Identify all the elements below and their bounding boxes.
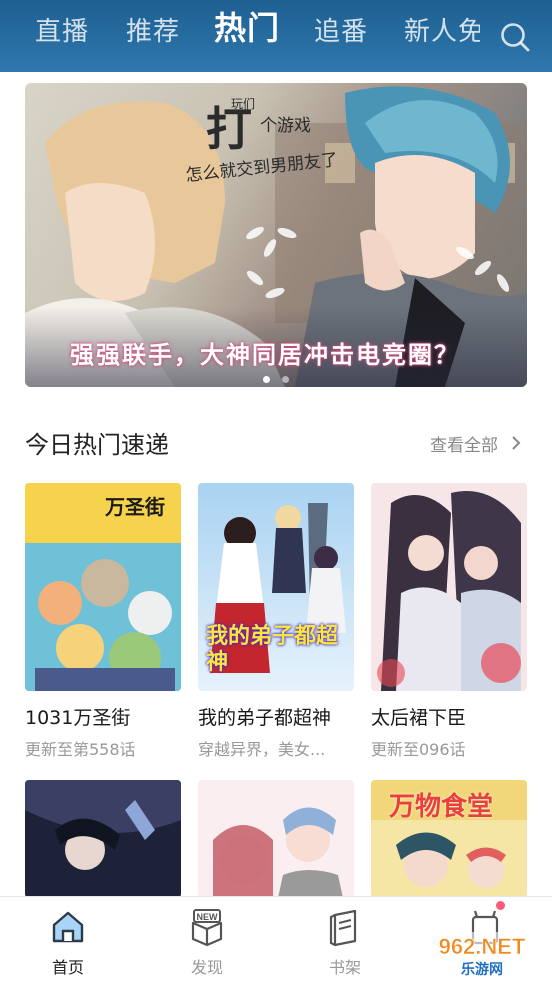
- tab-live[interactable]: 直播: [35, 14, 89, 50]
- banner-title-small: 个游戏: [260, 116, 311, 136]
- nav-discover[interactable]: NEW 发现: [162, 897, 252, 984]
- comic-card[interactable]: 太后裙下臣 更新至096话: [371, 483, 527, 760]
- cover-art-couple: [198, 780, 354, 898]
- banner-title-tiny: 玩们: [231, 97, 256, 111]
- cover-text: 我的弟子都超神: [206, 623, 339, 674]
- nav-bookshelf[interactable]: 书架: [300, 897, 390, 984]
- svg-text:NEW: NEW: [197, 912, 219, 922]
- tab-newcomer-clip: 新人免: [404, 14, 480, 50]
- svg-text:乐游网: 乐游网: [461, 961, 503, 978]
- banner-pagination: [0, 368, 552, 387]
- featured-banner[interactable]: 打 玩们 个游戏 怎么就交到男朋友了 强强联手，大神同居冲击电竞圈？: [25, 83, 527, 387]
- comic-title: 太后裙下臣: [371, 707, 467, 729]
- cover-art-dark: [25, 780, 181, 898]
- comic-card[interactable]: 我的弟子都超神 我的弟子都超神 穿越异界，美女...: [198, 483, 354, 760]
- comic-cover[interactable]: [198, 780, 354, 898]
- tab-recommend[interactable]: 推荐: [126, 14, 180, 50]
- cover-art-taihou: [371, 483, 527, 691]
- comic-cover[interactable]: 我的弟子都超神: [198, 483, 354, 691]
- banner-dot-2[interactable]: [281, 376, 289, 383]
- comic-cover[interactable]: 万物食堂: [371, 780, 527, 898]
- tab-newcomer[interactable]: 新人免: [404, 17, 480, 47]
- comic-cover[interactable]: [25, 780, 181, 898]
- comic-cover[interactable]: [371, 483, 527, 691]
- search-icon[interactable]: [496, 18, 536, 58]
- tab-hot[interactable]: 热门: [214, 10, 280, 46]
- comic-cover[interactable]: 万圣街: [25, 483, 181, 691]
- new-box-icon: NEW: [191, 909, 223, 947]
- comic-card[interactable]: [25, 780, 181, 898]
- home-icon: [52, 911, 84, 943]
- see-all-link[interactable]: 查看全部: [430, 431, 498, 456]
- notification-dot: [496, 901, 505, 910]
- comic-subtitle: 更新至第558话: [25, 740, 136, 759]
- comic-card[interactable]: 万物食堂: [371, 780, 527, 898]
- nav-home[interactable]: 首页: [23, 897, 113, 984]
- tab-following[interactable]: 追番: [314, 14, 368, 50]
- comic-title: 我的弟子都超神: [198, 707, 332, 729]
- comic-card[interactable]: [198, 780, 354, 898]
- comic-subtitle: 穿越异界，美女...: [198, 740, 326, 759]
- nav-home-label: 首页: [51, 958, 84, 977]
- comic-card[interactable]: 万圣街 1031万圣街 更新至第558话: [25, 483, 181, 760]
- section-title: 今日热门速递: [25, 431, 169, 459]
- svg-text:962.NET: 962.NET: [439, 934, 526, 959]
- chevron-right-icon[interactable]: [510, 434, 522, 452]
- cover-text: 万圣街: [105, 497, 165, 519]
- banner-dot-1[interactable]: [263, 376, 271, 383]
- nav-bookshelf-label: 书架: [328, 958, 361, 977]
- nav-discover-label: 发现: [190, 958, 223, 977]
- banner-caption-text: 强强联手，大神同居冲击电竞圈？: [70, 341, 460, 369]
- comic-subtitle: 更新至096话: [371, 740, 466, 759]
- comic-title: 1031万圣街: [25, 707, 131, 729]
- cover-text: 万物食堂: [389, 791, 494, 821]
- bookshelf-icon: [329, 909, 357, 947]
- top-tab-bar: 直播 推荐 热门 追番 新人免: [0, 0, 552, 72]
- watermark-logo: 962.NET 乐游网: [418, 932, 546, 978]
